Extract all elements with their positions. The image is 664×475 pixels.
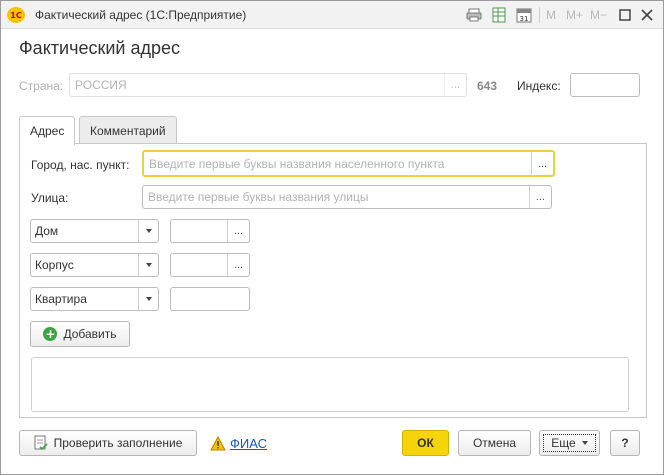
house-type-select[interactable]: Дом xyxy=(30,219,159,243)
memory-minus-button[interactable]: M− xyxy=(590,7,607,23)
check-document-icon xyxy=(34,435,48,451)
house-number-input[interactable]: ... xyxy=(170,219,250,243)
ok-button[interactable]: ОК xyxy=(402,430,449,456)
country-field: РОССИЯ ... xyxy=(69,73,467,97)
building-type-value: Корпус xyxy=(35,258,74,272)
country-value: РОССИЯ xyxy=(75,78,127,92)
street-placeholder: Введите первые буквы названия улицы xyxy=(148,190,369,204)
index-input[interactable] xyxy=(570,73,640,97)
country-code: 643 xyxy=(477,79,498,93)
check-filling-button[interactable]: Проверить заполнение xyxy=(19,430,197,456)
add-icon: + xyxy=(43,327,58,341)
country-label: Страна: xyxy=(19,79,64,93)
chevron-down-icon[interactable] xyxy=(138,220,158,242)
memory-m-button[interactable]: M xyxy=(546,7,556,23)
street-label: Улица: xyxy=(31,191,69,205)
add-field-button[interactable]: + Добавить xyxy=(30,321,130,347)
print-icon[interactable] xyxy=(466,7,482,23)
title-bar: 1С Фактический адрес (1С:Предприятие) 31… xyxy=(1,1,663,29)
address-dialog-window: 1С Фактический адрес (1С:Предприятие) 31… xyxy=(0,0,664,475)
memory-plus-button[interactable]: M+ xyxy=(566,7,583,23)
city-placeholder: Введите первые буквы названия населенног… xyxy=(149,156,445,171)
chevron-down-icon[interactable] xyxy=(138,254,158,276)
tab-address[interactable]: Адрес xyxy=(19,116,76,145)
calendar-icon[interactable]: 31 xyxy=(516,7,532,23)
city-choice-button[interactable]: ... xyxy=(531,152,553,175)
city-input[interactable]: Введите первые буквы названия населенног… xyxy=(142,150,555,177)
close-icon[interactable] xyxy=(641,7,653,23)
house-choice-button[interactable]: ... xyxy=(227,220,249,242)
check-filling-label: Проверить заполнение xyxy=(53,436,183,450)
maximize-icon[interactable] xyxy=(619,7,631,23)
chevron-down-icon[interactable] xyxy=(138,288,158,310)
svg-text:31: 31 xyxy=(520,15,529,23)
building-type-select[interactable]: Корпус xyxy=(30,253,159,277)
more-button-label: Еще xyxy=(551,436,576,450)
window-title: Фактический адрес (1С:Предприятие) xyxy=(35,8,247,22)
fias-link[interactable]: ФИАС xyxy=(230,436,267,451)
warning-icon xyxy=(210,436,226,451)
chevron-down-icon xyxy=(581,441,588,445)
app-logo-icon[interactable]: 1С xyxy=(7,7,25,23)
tab-comment[interactable]: Комментарий xyxy=(79,116,177,144)
street-choice-button[interactable]: ... xyxy=(529,186,551,208)
city-label: Город, нас. пункт: xyxy=(31,158,130,172)
apartment-type-value: Квартира xyxy=(35,292,87,306)
page-title: Фактический адрес xyxy=(19,38,180,58)
index-label: Индекс: xyxy=(517,79,561,93)
building-choice-button[interactable]: ... xyxy=(227,254,249,276)
more-menu-button[interactable]: Еще xyxy=(539,430,600,456)
cancel-button[interactable]: Отмена xyxy=(458,430,531,456)
help-button[interactable]: ? xyxy=(610,430,640,456)
street-input[interactable]: Введите первые буквы названия улицы ... xyxy=(142,185,552,209)
country-choice-button: ... xyxy=(444,74,466,96)
spreadsheet-icon[interactable] xyxy=(491,7,507,23)
address-presentation-area[interactable] xyxy=(31,357,629,412)
house-type-value: Дом xyxy=(35,224,59,238)
apartment-number-input[interactable] xyxy=(170,287,250,311)
apartment-type-select[interactable]: Квартира xyxy=(30,287,159,311)
add-button-label: Добавить xyxy=(63,327,117,341)
building-number-input[interactable]: ... xyxy=(170,253,250,277)
